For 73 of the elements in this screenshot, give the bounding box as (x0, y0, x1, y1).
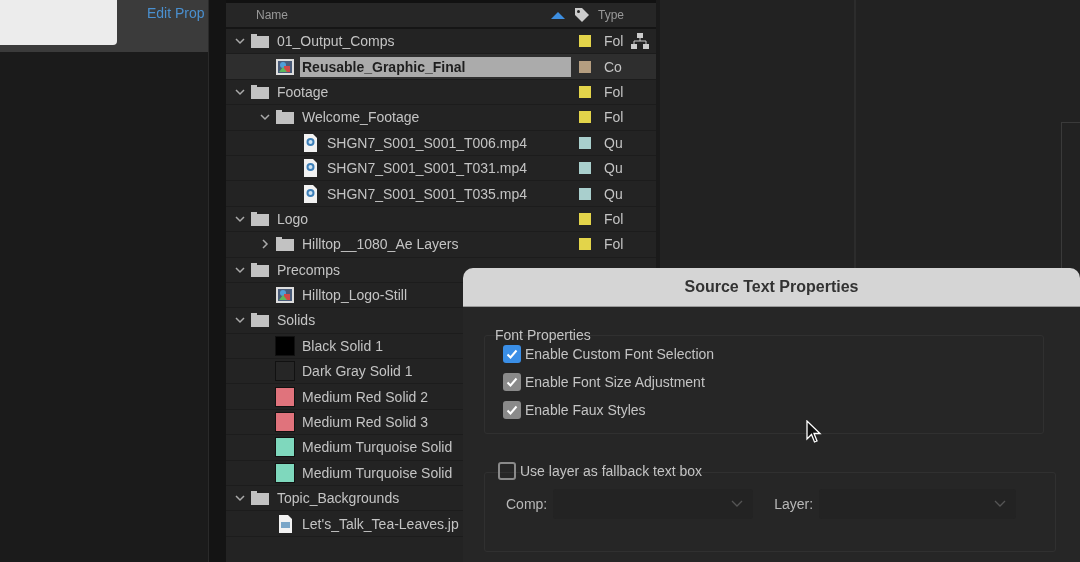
type-cell-text: Qu (604, 160, 624, 177)
type-cell-text: Fol (604, 83, 625, 100)
item-name[interactable]: Welcome_Footage (300, 107, 422, 128)
folder-icon (250, 260, 270, 279)
checkbox[interactable] (503, 345, 521, 363)
checkbox-label: Enable Faux Styles (525, 402, 646, 418)
folder-icon (275, 108, 295, 127)
check-icon (505, 347, 519, 361)
label-chip[interactable] (579, 85, 591, 98)
composition-icon (275, 57, 295, 76)
checkbox-label: Use layer as fallback text box (520, 463, 703, 479)
type-cell-text: Co (604, 58, 623, 75)
label-chip[interactable] (579, 136, 591, 149)
item-name[interactable]: SHGN7_S001_S001_T035.mp4 (325, 183, 530, 204)
item-name[interactable]: Precomps (275, 259, 343, 280)
check-icon (505, 403, 519, 417)
cursor-icon (806, 420, 822, 444)
item-name[interactable]: Medium Red Solid 3 (300, 412, 431, 433)
disclosure-icon[interactable] (259, 238, 271, 251)
chevron-icon (994, 500, 1007, 508)
type-cell-text: Fol (604, 236, 625, 253)
type-cell-text: Qu (604, 185, 624, 202)
column-header[interactable]: Name (256, 8, 546, 22)
checkbox[interactable] (503, 373, 521, 391)
item-name[interactable]: SHGN7_S001_S001_T031.mp4 (325, 158, 530, 179)
label-chip[interactable] (579, 162, 591, 175)
field-label: Comp: (506, 496, 548, 512)
type-cell-text: Qu (604, 134, 624, 151)
folder-icon (250, 311, 270, 330)
column-header[interactable]: Type (598, 8, 624, 22)
label-chip[interactable] (579, 111, 591, 124)
item-name[interactable]: Hilltop_Logo-Still (300, 285, 410, 306)
check-icon (505, 375, 519, 389)
checkbox-label: Enable Font Size Adjustment (525, 374, 705, 390)
folder-icon (250, 32, 270, 51)
item-name[interactable]: Solids (275, 310, 318, 331)
item-name[interactable]: Medium Red Solid 2 (300, 386, 431, 407)
item-name[interactable]: 01_Output_Comps (275, 31, 397, 52)
item-name[interactable]: Hilltop__1080_Ae Layers (300, 234, 461, 255)
folder-icon (250, 209, 270, 228)
item-name[interactable]: Footage (275, 81, 331, 102)
checkbox[interactable] (503, 401, 521, 419)
checkbox[interactable] (498, 462, 516, 480)
type-cell-text: Fol (604, 109, 625, 126)
item-name[interactable]: Medium Turquoise Solid (300, 437, 455, 458)
item-name[interactable]: Reusable_Graphic_Final (300, 56, 571, 77)
label-chip[interactable] (579, 212, 591, 225)
item-name[interactable]: Topic_Backgrounds (275, 488, 402, 509)
item-name[interactable]: Black Solid 1 (300, 335, 385, 356)
folder-icon (275, 235, 295, 254)
type-cell-text: Fol (604, 33, 625, 50)
item-name[interactable]: Logo (275, 208, 311, 229)
label-chip[interactable] (579, 238, 591, 251)
item-name[interactable]: Dark Gray Solid 1 (300, 361, 415, 382)
checkbox-label: Enable Custom Font Selection (525, 346, 715, 362)
label-chip[interactable] (579, 35, 591, 48)
composition-icon (275, 286, 295, 305)
dialog-title: Source Text Properties (463, 268, 1080, 307)
chevron-icon (731, 500, 744, 508)
field-label: Layer: (774, 496, 814, 512)
folder-icon (250, 82, 270, 101)
text-field[interactable] (0, 0, 117, 45)
flowchart-icon[interactable] (630, 32, 650, 51)
sort-arrow-icon[interactable] (550, 11, 566, 19)
folder-icon (250, 489, 270, 508)
label-chip[interactable] (579, 187, 591, 200)
tag-icon[interactable] (574, 7, 590, 23)
type-cell-text: Fol (604, 210, 625, 227)
group-legend: Font Properties (484, 327, 591, 343)
item-name[interactable]: Medium Turquoise Solid (300, 462, 455, 483)
item-name[interactable]: Let's_Talk_Tea-Leaves.jp (300, 513, 461, 534)
label-chip[interactable] (579, 60, 591, 73)
item-name[interactable]: SHGN7_S001_S001_T006.mp4 (325, 132, 530, 153)
